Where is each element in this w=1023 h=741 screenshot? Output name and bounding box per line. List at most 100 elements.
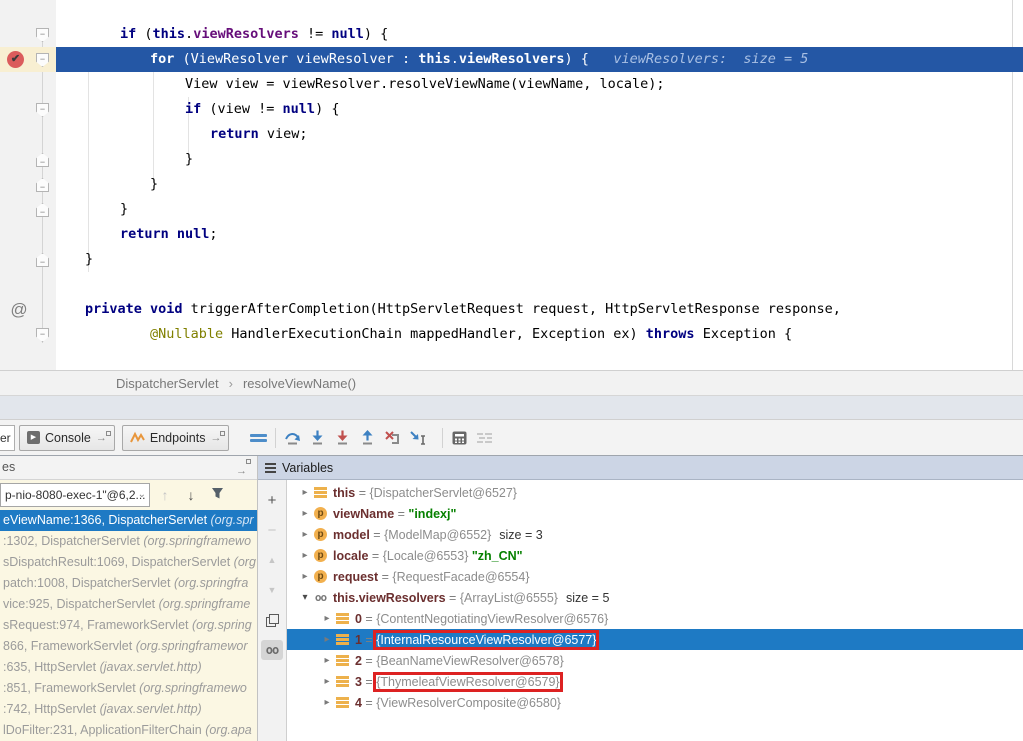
variable-row[interactable]: ▸2 = {BeanNameViewResolver@6578} xyxy=(287,650,1023,671)
remove-watch-button[interactable]: − xyxy=(261,520,283,540)
variable-name: viewName xyxy=(333,507,394,521)
code-line[interactable]: } xyxy=(56,147,1023,172)
stack-frame-row[interactable]: :635, HttpServlet (javax.servlet.http) xyxy=(0,657,257,678)
chevron-down-icon[interactable]: ▾ xyxy=(297,592,313,603)
code-line[interactable]: private void triggerAfterCompletion(Http… xyxy=(56,297,1023,322)
code-segment: return xyxy=(120,226,177,242)
frames-panel: es → p-nio-8080-exec-1"@6,2... ⌄ ↑ ↓ eVi… xyxy=(0,456,258,741)
step-over-icon[interactable] xyxy=(280,425,305,450)
variable-row[interactable]: ▾oothis.viewResolvers = {ArrayList@6555}… xyxy=(287,587,1023,608)
code-line[interactable]: } xyxy=(56,197,1023,222)
variable-name: locale xyxy=(333,549,368,563)
code-line[interactable]: return view; xyxy=(56,122,1023,147)
frame-package: (org xyxy=(234,555,256,569)
stack-frame-row[interactable]: :851, FrameworkServlet (org.springframew… xyxy=(0,678,257,699)
tab-console[interactable]: ▶ Console → xyxy=(19,425,115,451)
code-line[interactable]: if (this.viewResolvers != null) { xyxy=(56,22,1023,47)
code-segment: (view != xyxy=(209,101,282,117)
stack-frame-row[interactable]: patch:1008, DispatcherServlet (org.sprin… xyxy=(0,573,257,594)
stack-frame-row[interactable]: sRequest:974, FrameworkServlet (org.spri… xyxy=(0,615,257,636)
chevron-right-icon[interactable]: ▸ xyxy=(297,571,313,582)
stack-frame-row[interactable]: lDoFilter:231, ApplicationFilterChain (o… xyxy=(0,720,257,741)
variable-name: model xyxy=(333,528,370,542)
thread-dropdown[interactable]: p-nio-8080-exec-1"@6,2... ⌄ xyxy=(0,483,150,507)
frame-up-icon[interactable]: ↑ xyxy=(154,487,176,503)
variables-panel-header: Variables xyxy=(258,456,1023,480)
watch-icon: oo xyxy=(313,591,328,604)
layout-settings-icon[interactable] xyxy=(472,425,497,450)
chevron-right-icon[interactable]: ▸ xyxy=(297,487,313,498)
filter-frames-icon[interactable] xyxy=(206,487,228,503)
console-icon: ▶ xyxy=(27,431,40,444)
chevron-right-icon[interactable]: ▸ xyxy=(319,697,335,708)
run-to-cursor-icon[interactable] xyxy=(405,425,430,450)
stack-frame-row[interactable]: 866, FrameworkServlet (org.springframewo… xyxy=(0,636,257,657)
code-line[interactable]: if (view != null) { xyxy=(56,97,1023,122)
code-line[interactable] xyxy=(56,272,1023,297)
variable-row[interactable]: ▸prequest = {RequestFacade@6554} xyxy=(287,566,1023,587)
variable-row[interactable]: ▸pviewName = "indexj" xyxy=(287,503,1023,524)
variable-row[interactable]: ▸4 = {ViewResolverComposite@6580} xyxy=(287,692,1023,713)
variable-row[interactable]: ▸1 = {InternalResourceViewResolver@6577} xyxy=(287,629,1023,650)
code-line[interactable]: View view = viewResolver.resolveViewName… xyxy=(56,72,1023,97)
collection-size: size = 3 xyxy=(499,528,542,542)
variable-name: this xyxy=(333,486,355,500)
chevron-right-icon[interactable]: ▸ xyxy=(319,676,335,687)
panel-menu-icon[interactable] xyxy=(265,461,276,475)
add-watch-button[interactable]: + xyxy=(261,490,283,510)
tab-label: Console xyxy=(45,431,91,445)
float-window-icon[interactable]: → xyxy=(236,460,247,483)
tab-debugger-partial[interactable]: er xyxy=(0,425,15,451)
chevron-right-icon[interactable]: ▸ xyxy=(297,508,313,519)
step-out-icon[interactable] xyxy=(355,425,380,450)
variable-row[interactable]: ▸3 = {ThymeleafViewResolver@6579} xyxy=(287,671,1023,692)
evaluate-expression-icon[interactable] xyxy=(447,425,472,450)
code-line[interactable]: for (ViewResolver viewResolver : this.vi… xyxy=(56,47,1023,72)
code-line[interactable]: @Nullable HandlerExecutionChain mappedHa… xyxy=(56,322,1023,347)
variable-row[interactable]: ▸pmodel = {ModelMap@6552}size = 3 xyxy=(287,524,1023,545)
variable-row[interactable]: ▸plocale = {Locale@6553} "zh_CN" xyxy=(287,545,1023,566)
debug-toolbar: er ▶ Console → Endpoints → xyxy=(0,420,1023,455)
code-line[interactable]: return null; xyxy=(56,222,1023,247)
breadcrumb-class[interactable]: DispatcherServlet xyxy=(116,376,219,391)
annotation-gutter-icon: @ xyxy=(8,297,30,322)
stack-frame-row[interactable]: eViewName:1366, DispatcherServlet (org.s… xyxy=(0,510,257,531)
move-watch-down-button[interactable]: ▼ xyxy=(261,580,283,600)
variable-row[interactable]: ▸this = {DispatcherServlet@6527} xyxy=(287,482,1023,503)
float-window-icon: → xyxy=(96,432,107,444)
chevron-right-icon[interactable]: ▸ xyxy=(319,613,335,624)
frame-package: (org.spring xyxy=(192,618,252,632)
variable-value: {ArrayList@6555} xyxy=(460,591,558,605)
code-line[interactable]: } xyxy=(56,247,1023,272)
show-watches-toggle[interactable]: oo xyxy=(261,640,283,660)
drop-frame-icon[interactable] xyxy=(380,425,405,450)
stack-frame-row[interactable]: :742, HttpServlet (javax.servlet.http) xyxy=(0,699,257,720)
frame-package: (javax.servlet.http) xyxy=(100,702,202,716)
step-into-icon[interactable] xyxy=(305,425,330,450)
chevron-right-icon[interactable]: ▸ xyxy=(297,529,313,540)
frame-package: (org.springframewo xyxy=(143,534,251,548)
breakpoint-icon[interactable]: ✔ xyxy=(7,51,24,68)
stack-frame-row[interactable]: :1302, DispatcherServlet (org.springfram… xyxy=(0,531,257,552)
tab-endpoints[interactable]: Endpoints → xyxy=(122,425,230,451)
move-watch-up-button[interactable]: ▲ xyxy=(261,550,283,570)
chevron-right-icon[interactable]: ▸ xyxy=(319,655,335,666)
code-segment: ) { xyxy=(364,26,388,42)
stack-frame-row[interactable]: vice:925, DispatcherServlet (org.springf… xyxy=(0,594,257,615)
force-step-into-icon[interactable] xyxy=(330,425,355,450)
duplicate-watch-button[interactable] xyxy=(261,610,283,630)
chevron-right-icon[interactable]: ▸ xyxy=(319,634,335,645)
code-editor[interactable]: if (this.viewResolvers != null) {for (Vi… xyxy=(0,0,1023,370)
variable-row[interactable]: ▸0 = {ContentNegotiatingViewResolver@657… xyxy=(287,608,1023,629)
code-line[interactable]: } xyxy=(56,172,1023,197)
chevron-right-icon[interactable]: ▸ xyxy=(297,550,313,561)
stack-frame-row[interactable]: sDispatchResult:1069, DispatcherServlet … xyxy=(0,552,257,573)
breadcrumb-method[interactable]: resolveViewName() xyxy=(243,376,356,391)
frame-down-icon[interactable]: ↓ xyxy=(180,487,202,503)
code-segment: null xyxy=(177,226,210,242)
debug-menu-icon[interactable] xyxy=(246,425,271,450)
code-segment: viewResolvers xyxy=(459,51,565,67)
variable-value: {Locale@6553} xyxy=(383,549,469,563)
equals-sign: = xyxy=(355,486,369,500)
code-segment: triggerAfterCompletion(HttpServletReques… xyxy=(191,301,841,317)
